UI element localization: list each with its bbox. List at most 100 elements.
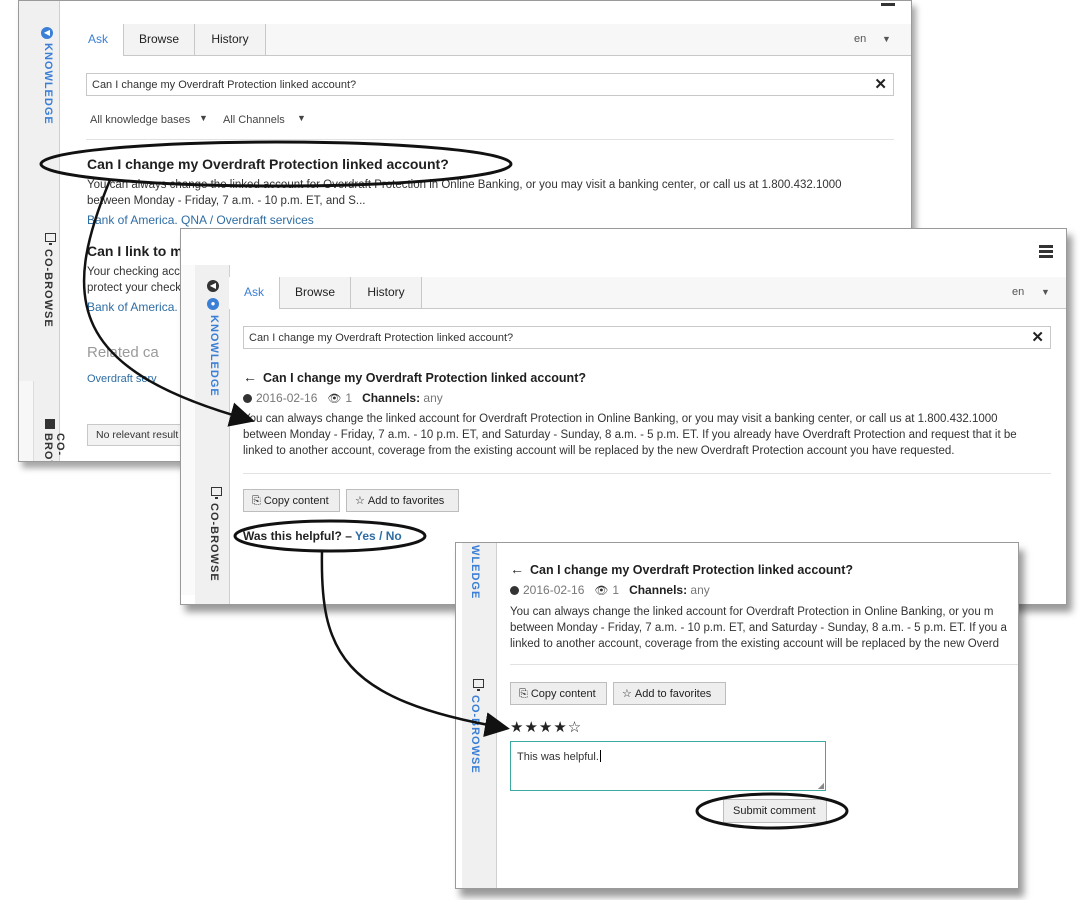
back-arrow-icon[interactable]: ←	[510, 561, 524, 577]
result-snippet: protect your check	[87, 282, 181, 294]
comment-textarea[interactable]: This was helpful. ◢	[510, 741, 826, 791]
scroll-strip	[19, 381, 34, 461]
tab-history[interactable]: History	[351, 277, 422, 308]
tab-history[interactable]: History	[195, 24, 266, 55]
clock-icon	[243, 394, 252, 403]
menu-icon[interactable]	[1039, 245, 1053, 258]
search-query: Can I change my Overdraft Protection lin…	[249, 332, 514, 344]
knowledge-side-tab[interactable]: KNOWLEDGE	[42, 43, 54, 125]
knowledge-side-tab[interactable]: WLEDGE	[469, 545, 481, 599]
language-select[interactable]: en	[854, 24, 866, 55]
copy-content-label: Copy content	[530, 688, 596, 700]
collapse-icon[interactable]: ◀	[41, 27, 53, 39]
divider	[243, 473, 1051, 474]
result-snippet: You can always change the linked account…	[87, 179, 842, 191]
copy-content-button[interactable]: ⎘ Copy content	[510, 682, 607, 705]
cobrowse-side-tab[interactable]: CO-BROWSE	[42, 249, 54, 328]
monitor-icon	[211, 487, 222, 499]
star-outline-icon: ☆	[622, 688, 632, 700]
article-meta: 2016-02-16 👁 1 Channels: any	[243, 391, 443, 405]
copy-content-label: Copy content	[263, 495, 329, 507]
tab-bar: Ask Browse History en ▼	[73, 24, 911, 56]
article-date: 2016-02-16	[523, 583, 585, 597]
article-views: 1	[345, 391, 353, 405]
copy-icon: ⎘	[519, 688, 528, 700]
clear-icon[interactable]: ✕	[874, 75, 887, 93]
text-cursor	[599, 750, 601, 762]
article-title: ← Can I change my Overdraft Protection li…	[510, 561, 853, 577]
resize-handle-icon[interactable]: ◢	[818, 781, 824, 790]
monitor-icon	[45, 233, 56, 245]
channels-label: Channels:	[362, 391, 421, 405]
comment-value: This was helpful.	[517, 751, 599, 763]
article-body-line: between Monday - Friday, 7 a.m. - 10 p.m…	[243, 429, 1017, 441]
feedback-panel: WLEDGE CO-BROWSE ← Can I change my Overdr…	[455, 542, 1019, 889]
copy-icon: ⎘	[252, 495, 261, 507]
divider	[510, 664, 1018, 665]
article-date: 2016-02-16	[256, 391, 318, 405]
clock-icon	[510, 586, 519, 595]
article-title-text: Can I change my Overdraft Protection lin…	[530, 563, 853, 577]
star-rating[interactable]: ★★★★☆	[510, 718, 582, 736]
comment-text: This was helpful.	[517, 750, 601, 763]
tab-browse[interactable]: Browse	[124, 24, 195, 55]
tab-ask[interactable]: Ask	[229, 277, 280, 309]
cobrowse-side-tab[interactable]: CO-BROWSE	[469, 695, 481, 774]
search-input[interactable]: Can I change my Overdraft Protection lin…	[86, 73, 894, 96]
star-outline-icon: ☆	[355, 495, 365, 507]
no-results-box: No relevant result	[87, 424, 188, 446]
cobrowse-side-tab[interactable]: CO-BROWSE	[208, 503, 220, 582]
menu-icon[interactable]	[881, 1, 895, 6]
add-to-favorites-label: Add to favorites	[634, 688, 712, 700]
add-to-favorites-button[interactable]: ☆ Add to favorites	[346, 489, 459, 512]
cobrowse-side-tab-2[interactable]: CO-BROWSE	[42, 433, 66, 461]
channels-value: any	[690, 583, 710, 597]
copy-content-button[interactable]: ⎘ Copy content	[243, 489, 340, 512]
article-body-line: You can always change the linked account…	[510, 606, 994, 618]
chevron-down-icon[interactable]: ▼	[882, 24, 891, 55]
related-heading: Related ca	[87, 344, 159, 361]
divider	[86, 139, 894, 140]
tab-browse[interactable]: Browse	[280, 277, 351, 308]
knowledge-base-filter[interactable]: All knowledge bases	[90, 114, 190, 126]
channels-label: Channels:	[629, 583, 688, 597]
submit-comment-button[interactable]: Submit comment	[723, 799, 827, 823]
search-input[interactable]: Can I change my Overdraft Protection lin…	[243, 326, 1051, 349]
channel-filter[interactable]: All Channels	[223, 114, 285, 126]
back-arrow-icon[interactable]: ←	[243, 369, 257, 385]
helpful-prompt: Was this helpful? – Yes / No	[243, 529, 402, 543]
monitor-icon	[473, 679, 484, 691]
add-to-favorites-label: Add to favorites	[367, 495, 445, 507]
result-title[interactable]: Can I change my Overdraft Protection lin…	[87, 156, 449, 172]
chevron-down-icon[interactable]: ▼	[297, 113, 306, 123]
collapse-icon[interactable]: ◀	[207, 280, 219, 292]
helpful-no-link[interactable]: No	[386, 529, 402, 543]
article-title-text: Can I change my Overdraft Protection lin…	[263, 371, 586, 385]
article-body-line: linked to another account, coverage from…	[243, 445, 955, 457]
side-rail: WLEDGE CO-BROWSE	[462, 543, 497, 888]
person-icon	[45, 419, 55, 429]
related-link[interactable]: Overdraft serv	[87, 373, 157, 385]
search-query: Can I change my Overdraft Protection lin…	[92, 79, 357, 91]
helpful-separator: /	[379, 529, 383, 543]
helpful-question: Was this helpful? –	[243, 529, 352, 543]
result-snippet: Your checking acco	[87, 266, 187, 278]
result-source-link[interactable]: Bank of America.	[87, 300, 178, 314]
add-to-favorites-button[interactable]: ☆ Add to favorites	[613, 682, 726, 705]
eye-icon: 👁	[327, 393, 342, 405]
article-body-line: You can always change the linked account…	[243, 413, 998, 425]
article-views: 1	[612, 583, 620, 597]
chevron-down-icon[interactable]: ▼	[199, 113, 208, 123]
chevron-down-icon[interactable]: ▼	[1041, 277, 1050, 308]
language-select[interactable]: en	[1012, 277, 1024, 308]
tab-ask[interactable]: Ask	[73, 24, 124, 56]
result-title[interactable]: Can I link to mo	[87, 243, 191, 259]
left-edge	[181, 265, 196, 595]
knowledge-side-tab[interactable]: KNOWLEDGE	[208, 315, 220, 397]
tab-bar: Ask Browse History en ▼	[229, 277, 1066, 309]
helpful-yes-link[interactable]: Yes	[355, 529, 376, 543]
article-body-line: linked to another account, coverage from…	[510, 638, 1000, 650]
clear-icon[interactable]: ✕	[1031, 328, 1044, 346]
result-source-link[interactable]: Bank of America. QNA / Overdraft service…	[87, 213, 314, 227]
article-body-line: between Monday - Friday, 7 a.m. - 10 p.m…	[510, 622, 1007, 634]
